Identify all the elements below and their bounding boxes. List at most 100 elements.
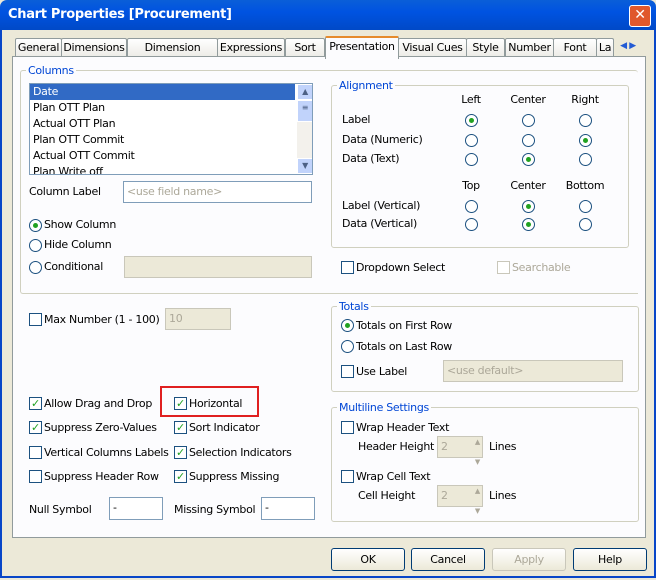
option-checkbox[interactable]: [29, 446, 42, 459]
totals-title: Totals: [337, 300, 371, 313]
alignment-row-label: Label (Vertical): [342, 199, 421, 212]
alignment-radio[interactable]: [465, 200, 478, 213]
column-list-item[interactable]: Actual OTT Plan: [30, 116, 295, 132]
searchable-label: Searchable: [512, 261, 571, 274]
alignment-radio[interactable]: [522, 153, 535, 166]
alignment-row-label: Label: [342, 113, 371, 126]
conditional-label: Conditional: [44, 260, 103, 273]
scroll-up-icon[interactable]: ▲: [297, 84, 312, 100]
option-checkbox[interactable]: ✓: [174, 421, 187, 434]
option-checkbox[interactable]: ✓: [174, 446, 187, 459]
column-list-item[interactable]: Plan Write off: [30, 164, 295, 174]
spinner-arrows-icon[interactable]: ▲ ▼: [475, 432, 480, 472]
alignment-radio[interactable]: [465, 218, 478, 231]
hide-column-label: Hide Column: [44, 238, 112, 251]
show-column-radio[interactable]: [29, 219, 42, 232]
tab-number[interactable]: Number: [505, 38, 554, 57]
cell-height-value: 2: [441, 489, 448, 502]
alignment-radio[interactable]: [465, 134, 478, 147]
alignment-radio[interactable]: [579, 218, 592, 231]
cancel-button[interactable]: Cancel: [411, 548, 485, 571]
header-height-spinner[interactable]: 2 ▲ ▼: [437, 436, 483, 466]
list-scrollbar[interactable]: ▲ ≡ ▼: [297, 84, 312, 174]
missing-symbol-input[interactable]: -: [261, 497, 315, 520]
alignment-radio[interactable]: [465, 114, 478, 127]
column-list-item[interactable]: Plan OTT Plan: [30, 100, 295, 116]
tab-font[interactable]: Font: [553, 38, 597, 57]
dropdown-select-checkbox[interactable]: [341, 261, 354, 274]
column-label-input[interactable]: <use field name>: [123, 181, 312, 203]
alignment-row-label: Data (Vertical): [342, 217, 418, 230]
totals-first-row-label: Totals on First Row: [356, 319, 452, 332]
column-list-item[interactable]: Actual OTT Commit: [30, 148, 295, 164]
option-label: Selection Indicators: [189, 446, 292, 459]
tab-dimension-limits[interactable]: Dimension Limits: [127, 38, 218, 57]
option-checkbox[interactable]: ✓: [29, 397, 42, 410]
alignment-radio[interactable]: [522, 218, 535, 231]
totals-last-row-radio[interactable]: [341, 340, 354, 353]
header-lines-label: Lines: [489, 440, 517, 453]
wrap-cell-label: Wrap Cell Text: [356, 470, 431, 483]
tab-presentation[interactable]: Presentation: [325, 36, 399, 59]
cell-height-spinner[interactable]: 2 ▲ ▼: [437, 485, 483, 515]
alignment-header: Right: [571, 93, 599, 106]
alignment-radio[interactable]: [522, 200, 535, 213]
hide-column-radio[interactable]: [29, 239, 42, 252]
option-checkbox[interactable]: ✓: [174, 470, 187, 483]
apply-button[interactable]: Apply: [492, 548, 566, 571]
null-symbol-label: Null Symbol: [29, 503, 92, 516]
option-checkbox[interactable]: ✓: [29, 421, 42, 434]
column-list-item[interactable]: Date: [30, 84, 295, 100]
option-label: Suppress Missing: [189, 470, 280, 483]
alignment-radio[interactable]: [579, 134, 592, 147]
conditional-input[interactable]: [124, 256, 312, 278]
tab-la[interactable]: La: [596, 38, 614, 57]
header-height-label: Header Height: [358, 440, 435, 453]
cell-height-label: Cell Height: [358, 489, 416, 502]
scroll-thumb[interactable]: ≡: [297, 100, 312, 122]
wrap-header-checkbox[interactable]: [341, 421, 354, 434]
use-label-label: Use Label: [356, 365, 408, 378]
conditional-radio[interactable]: [29, 261, 42, 274]
alignment-header: Center: [510, 93, 546, 106]
null-symbol-input[interactable]: -: [109, 497, 163, 520]
tab-general[interactable]: General: [15, 38, 62, 57]
max-number-input[interactable]: 10: [165, 308, 231, 330]
show-column-label: Show Column: [44, 218, 117, 231]
option-checkbox[interactable]: [29, 470, 42, 483]
tab-dimensions[interactable]: Dimensions: [61, 38, 127, 57]
help-button[interactable]: Help: [573, 548, 647, 571]
alignment-radio[interactable]: [579, 153, 592, 166]
close-button[interactable]: ✕: [629, 5, 651, 27]
alignment-radio[interactable]: [579, 200, 592, 213]
column-list-item[interactable]: Plan OTT Commit: [30, 132, 295, 148]
tab-expressions[interactable]: Expressions: [217, 38, 285, 57]
tab-scroll-arrows-icon[interactable]: ◀ ▶: [613, 38, 643, 54]
alignment-title: Alignment: [337, 79, 395, 92]
ok-button[interactable]: OK: [331, 548, 405, 571]
alignment-header: Bottom: [565, 179, 605, 192]
alignment-radio[interactable]: [465, 153, 478, 166]
alignment-radio[interactable]: [522, 134, 535, 147]
totals-last-row-label: Totals on Last Row: [356, 340, 453, 353]
columns-listbox[interactable]: Date Plan OTT Plan Actual OTT Plan Plan OTT…: [29, 83, 313, 175]
wrap-cell-checkbox[interactable]: [341, 470, 354, 483]
tab-visual-cues[interactable]: Visual Cues: [398, 38, 467, 57]
alignment-radio[interactable]: [522, 114, 535, 127]
alignment-row-label: Data (Text): [342, 152, 400, 165]
wrap-header-label: Wrap Header Text: [356, 421, 450, 434]
searchable-checkbox[interactable]: [497, 261, 510, 274]
window-title: Chart Properties [Procurement]: [8, 7, 232, 22]
total-label-input[interactable]: <use default>: [443, 360, 623, 382]
scroll-down-icon[interactable]: ▼: [297, 158, 312, 174]
use-label-checkbox[interactable]: [341, 365, 354, 378]
totals-first-row-radio[interactable]: [341, 319, 354, 332]
max-number-checkbox[interactable]: [29, 313, 42, 326]
dropdown-select-label: Dropdown Select: [356, 261, 446, 274]
tab-style[interactable]: Style: [466, 38, 505, 57]
alignment-radio[interactable]: [579, 114, 592, 127]
tab-sort[interactable]: Sort: [285, 38, 325, 57]
header-height-value: 2: [441, 440, 448, 453]
spinner-arrows-icon[interactable]: ▲ ▼: [475, 481, 480, 521]
cell-lines-label: Lines: [489, 489, 517, 502]
